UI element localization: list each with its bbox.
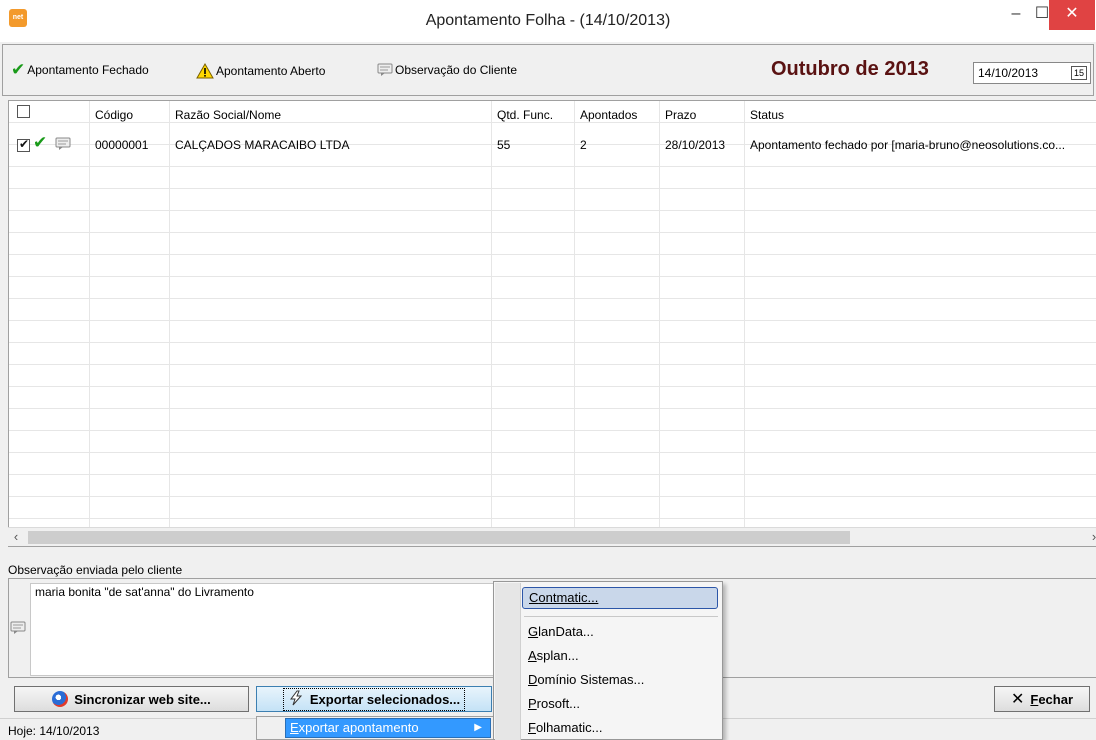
export-submenu: Contmatic... GlanData... Asplan... Domín… bbox=[493, 581, 723, 740]
column-header-status[interactable]: Status bbox=[744, 104, 784, 126]
comment-icon[interactable] bbox=[55, 137, 71, 154]
menu-item-export-apontamento[interactable]: Exportar apontamento ▶ bbox=[285, 718, 491, 738]
legend-open: Apontamento Aberto bbox=[196, 63, 325, 79]
today-label: Hoje: 14/10/2013 bbox=[8, 724, 100, 738]
warning-icon bbox=[196, 63, 214, 79]
close-window-button[interactable]: ✕ bbox=[1049, 0, 1095, 30]
legend-observation: Observação do Cliente bbox=[377, 63, 517, 77]
export-label: Exportar selecionados... bbox=[309, 691, 461, 707]
date-value[interactable]: 14/10/2013 bbox=[978, 66, 1038, 80]
close-button[interactable]: ✕ Fechar bbox=[994, 686, 1090, 712]
legend-observation-label: Observação do Cliente bbox=[395, 63, 518, 77]
observation-text[interactable]: maria bonita "de sat'anna" do Livramento bbox=[30, 583, 495, 676]
legend-closed-label: Apontamento Fechado bbox=[27, 63, 149, 77]
cell-razao: CALÇADOS MARACAIBO LTDA bbox=[175, 138, 350, 152]
cell-status: Apontamento fechado por [maria-bruno@neo… bbox=[750, 138, 1066, 152]
observation-label: Observação enviada pelo cliente bbox=[8, 563, 183, 577]
row-checkbox[interactable] bbox=[17, 137, 30, 152]
menu-label: xportar apontamento bbox=[298, 720, 419, 735]
companies-grid: Código Razão Social/Nome Qtd. Func. Apon… bbox=[8, 100, 1096, 547]
month-title: Outubro de 2013 bbox=[771, 58, 929, 80]
sync-label: Sincronizar web site... bbox=[74, 691, 211, 707]
date-picker[interactable]: 14/10/2013 15 bbox=[973, 62, 1091, 84]
lightning-icon bbox=[288, 690, 304, 709]
close-label: echar bbox=[1038, 691, 1074, 707]
select-all-checkbox[interactable] bbox=[17, 105, 30, 118]
export-selected-button[interactable]: Exportar selecionados... bbox=[256, 686, 492, 712]
legend-closed: ✔ Apontamento Fechado bbox=[11, 60, 149, 79]
menu-separator bbox=[524, 616, 718, 617]
menu-accel: E bbox=[290, 720, 299, 735]
close-icon: ✕ bbox=[1010, 691, 1025, 708]
sync-website-button[interactable]: Sincronizar web site... bbox=[14, 686, 249, 712]
submenu-arrow-icon: ▶ bbox=[474, 722, 482, 733]
horizontal-scrollbar[interactable]: ‹ › bbox=[8, 527, 1096, 546]
toolbar: ✔ Apontamento Fechado Apontamento Aberto… bbox=[2, 44, 1094, 96]
column-header-prazo[interactable]: Prazo bbox=[659, 104, 696, 126]
sync-icon bbox=[52, 691, 69, 707]
title-bar: net Apontamento Folha - (14/10/2013) – ☐… bbox=[0, 0, 1096, 42]
submenu-item-folhamatic[interactable]: Folhamatic... bbox=[522, 717, 718, 739]
column-header-apontados[interactable]: Apontados bbox=[574, 104, 637, 126]
column-header-codigo[interactable]: Código bbox=[89, 104, 133, 126]
submenu-item-asplan[interactable]: Asplan... bbox=[522, 645, 718, 667]
scroll-thumb[interactable] bbox=[28, 531, 850, 544]
scroll-right-icon[interactable]: › bbox=[1086, 529, 1096, 546]
submenu-item-prosoft[interactable]: Prosoft... bbox=[522, 693, 718, 715]
cell-codigo: 00000001 bbox=[95, 138, 149, 152]
calendar-icon[interactable]: 15 bbox=[1071, 66, 1087, 80]
window-title: Apontamento Folha - (14/10/2013) bbox=[425, 12, 671, 29]
check-icon: ✔ bbox=[33, 133, 48, 152]
submenu-item-dominio[interactable]: Domínio Sistemas... bbox=[522, 669, 718, 691]
check-icon: ✔ bbox=[11, 60, 26, 79]
cell-apontados: 2 bbox=[580, 138, 587, 152]
column-header-qtd[interactable]: Qtd. Func. bbox=[491, 104, 553, 126]
comment-icon bbox=[10, 621, 26, 638]
legend-open-label: Apontamento Aberto bbox=[216, 64, 326, 78]
cell-qtd-func: 55 bbox=[497, 138, 511, 152]
column-header-razao[interactable]: Razão Social/Nome bbox=[169, 104, 281, 126]
cell-prazo: 28/10/2013 bbox=[665, 138, 726, 152]
scroll-left-icon[interactable]: ‹ bbox=[8, 529, 24, 546]
submenu-item-contmatic[interactable]: Contmatic... bbox=[522, 587, 718, 609]
submenu-item-glandata[interactable]: GlanData... bbox=[522, 621, 718, 643]
comment-icon bbox=[377, 63, 393, 77]
export-menu: Exportar apontamento ▶ bbox=[256, 716, 494, 740]
